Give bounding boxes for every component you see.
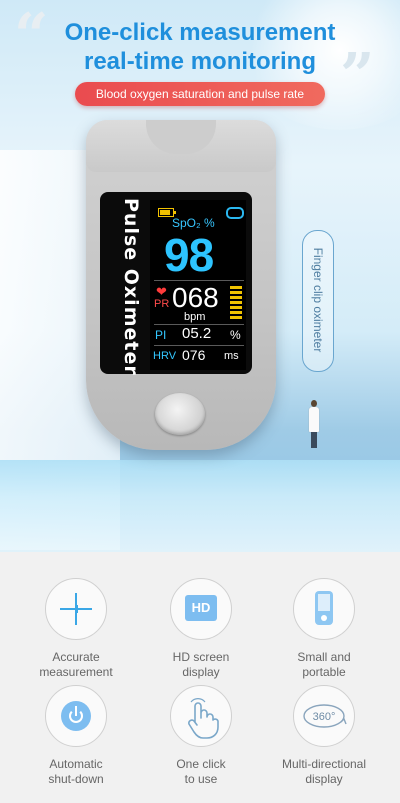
divider [154,280,244,281]
power-icon [45,685,107,747]
doctor-figure [308,400,320,450]
side-tag-label: Finger clip oximeter [311,247,325,353]
feature-label: Multi-directional display [281,757,367,786]
pr-unit: bpm [184,311,206,323]
feature-multidirectional: 360° Multi-directional display [259,685,389,787]
brand-label: Pulse Oximeter [120,198,142,376]
pi-value: 05.2 [182,325,212,342]
feature-label: Accurate measurement [39,650,113,679]
svg-text:360°: 360° [313,711,336,723]
headline-line-1: One-click measurement [64,19,336,46]
pi-unit: % [230,328,241,342]
hd-icon: HD [170,578,232,640]
pulse-strength-bars [230,286,242,322]
bluetooth-link-icon [226,207,244,219]
feature-label: Small and portable [297,650,351,679]
feature-label: Automatic shut-down [48,757,104,786]
feature-label: HD screen display [172,650,230,679]
headline-line-2: real-time monitoring [83,48,317,75]
pr-value: 068 [172,282,219,313]
headline: One-click measurement real-time monitori… [0,18,400,76]
spo2-value: 98 [164,229,214,281]
pi-label: PI [155,328,167,342]
device-icon [293,578,355,640]
crosshair-icon [45,578,107,640]
hrv-value: 076 [182,347,206,363]
feature-label: One click to use [176,757,226,786]
feature-accurate: Accurate measurement [11,578,141,680]
rotate-360-icon: 360° [293,685,355,747]
divider [154,345,244,346]
feature-portable: Small and portable [259,578,389,680]
feature-shutdown: Automatic shut-down [11,685,141,787]
power-button[interactable] [155,393,205,435]
reflective-floor [0,460,400,552]
feature-hd: HD HD screen display [136,578,266,680]
side-tag: Finger clip oximeter [302,230,334,372]
tap-hand-icon [170,685,232,747]
subtitle-pill: Blood oxygen saturation and pulse rate [75,82,325,106]
feature-one-click: One click to use [136,685,266,787]
pr-label: PR [154,298,170,310]
hrv-unit: ms [224,350,239,362]
lcd-display: SpO₂ % 98 ❤ PR 068 bpm PI 05.2 % HRV 076… [150,200,246,370]
hrv-label: HRV [153,350,177,362]
brand-label-wrap: Pulse Oximeter [118,198,144,376]
